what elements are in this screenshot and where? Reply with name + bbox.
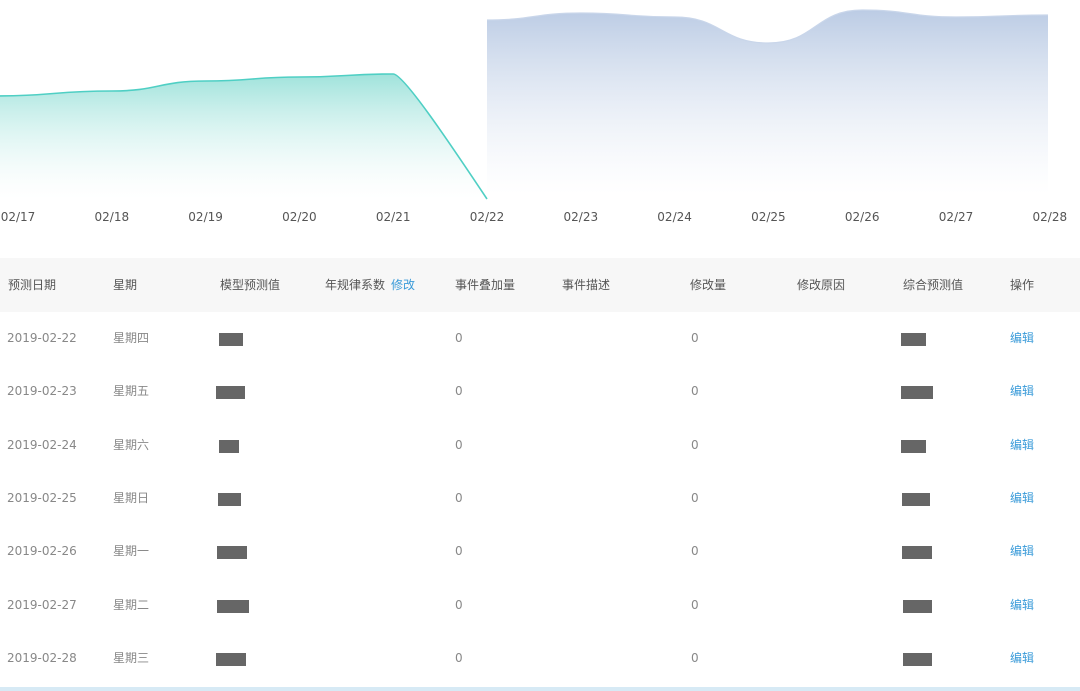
header-annual-coefficient-label: 年规律系数 (325, 278, 386, 292)
cell-combined-forecast-redacted (903, 652, 932, 666)
bottom-border (0, 687, 1080, 691)
x-tick-label: 02/20 (282, 210, 317, 224)
annual-coefficient-edit-link[interactable]: 修改 (391, 278, 415, 292)
cell-model-forecast-redacted (218, 492, 241, 506)
cell-event-overlay: 0 (455, 384, 463, 399)
cell-date: 2019-02-22 (7, 331, 77, 345)
x-tick-label: 02/23 (564, 210, 599, 224)
cell-model-forecast-redacted (217, 546, 247, 560)
cell-model-forecast-redacted (216, 386, 245, 400)
cell-combined-forecast-redacted (901, 386, 933, 400)
x-tick-label: 02/28 (1033, 210, 1068, 224)
table-row: 2019-02-26 星期一 0 0 编辑 (0, 525, 1080, 578)
cell-model-forecast-redacted (219, 439, 239, 453)
cell-weekday: 星期三 (113, 650, 150, 665)
table-row: 2019-02-27 星期二 0 0 编辑 (0, 579, 1080, 632)
x-tick-label: 02/17 (1, 210, 36, 224)
forecast-chart: 02/17 02/18 02/19 02/20 02/21 02/22 02/23 02/24… (0, 0, 1080, 255)
cell-weekday: 星期一 (113, 544, 150, 559)
x-tick-label: 02/24 (657, 210, 692, 224)
cell-weekday: 星期五 (113, 384, 150, 399)
edit-row-link[interactable]: 编辑 (1010, 579, 1034, 632)
x-tick-label: 02/19 (188, 210, 223, 224)
header-forecast-date: 预测日期 (8, 278, 57, 292)
edit-row-link[interactable]: 编辑 (1010, 525, 1034, 578)
header-event-description: 事件描述 (562, 278, 611, 292)
forecast-table: 预测日期 星期 模型预测值 年规律系数 修改 事件叠加量 事件描述 修改量 修改原… (0, 258, 1080, 691)
x-tick-label: 02/22 (470, 210, 505, 224)
cell-event-overlay: 0 (455, 544, 463, 559)
header-adjust-reason: 修改原因 (797, 278, 846, 292)
header-model-forecast: 模型预测值 (220, 278, 281, 292)
table-header-row: 预测日期 星期 模型预测值 年规律系数 修改 事件叠加量 事件描述 修改量 修改原… (0, 258, 1080, 312)
header-event-overlay: 事件叠加量 (455, 278, 516, 292)
x-tick-label: 02/18 (95, 210, 130, 224)
cell-event-overlay: 0 (455, 490, 463, 505)
cell-weekday: 星期四 (113, 331, 150, 345)
header-combined-forecast: 综合预测值 (903, 278, 964, 292)
table-row: 2019-02-25 星期日 0 0 编辑 (0, 472, 1080, 525)
cell-combined-forecast-redacted (902, 492, 930, 506)
cell-event-overlay: 0 (455, 597, 463, 612)
cell-event-overlay: 0 (455, 331, 463, 345)
table-row: 2019-02-23 星期五 0 0 编辑 (0, 365, 1080, 418)
cell-date: 2019-02-26 (7, 544, 77, 559)
x-tick-label: 02/27 (939, 210, 974, 224)
edit-row-link[interactable]: 编辑 (1010, 365, 1034, 418)
cell-adjust-amount: 0 (691, 490, 699, 505)
x-tick-label: 02/25 (751, 210, 786, 224)
cell-adjust-amount: 0 (691, 331, 699, 345)
cell-adjust-amount: 0 (691, 544, 699, 559)
header-action: 操作 (1010, 278, 1035, 292)
edit-row-link[interactable]: 编辑 (1010, 312, 1034, 365)
cell-weekday: 星期二 (113, 597, 150, 612)
cell-date: 2019-02-23 (7, 384, 77, 399)
table-row: 2019-02-24 星期六 0 0 编辑 (0, 419, 1080, 472)
cell-date: 2019-02-28 (7, 650, 77, 665)
cell-weekday: 星期六 (113, 437, 150, 452)
cell-event-overlay: 0 (455, 650, 463, 665)
cell-adjust-amount: 0 (691, 597, 699, 612)
cell-combined-forecast-redacted (902, 546, 932, 560)
x-tick-label: 02/26 (845, 210, 880, 224)
cell-date: 2019-02-27 (7, 597, 77, 612)
cell-adjust-amount: 0 (691, 650, 699, 665)
cell-model-forecast-redacted (219, 333, 243, 346)
cell-combined-forecast-redacted (901, 439, 926, 453)
cell-event-overlay: 0 (455, 437, 463, 452)
cell-date: 2019-02-24 (7, 437, 77, 452)
table-row: 2019-02-28 星期三 0 0 编辑 (0, 632, 1080, 685)
edit-row-link[interactable]: 编辑 (1010, 472, 1034, 525)
table-row: 2019-02-22 星期四 0 0 编辑 (0, 312, 1080, 365)
cell-adjust-amount: 0 (691, 437, 699, 452)
forecast-chart-svg: 02/17 02/18 02/19 02/20 02/21 02/22 02/23 02/24… (0, 9, 1068, 224)
cell-weekday: 星期日 (113, 490, 150, 505)
x-tick-label: 02/21 (376, 210, 411, 224)
edit-row-link[interactable]: 编辑 (1010, 632, 1034, 685)
cell-adjust-amount: 0 (691, 384, 699, 399)
cell-date: 2019-02-25 (7, 490, 77, 505)
header-adjust-amount: 修改量 (690, 278, 727, 292)
series-area-blue (487, 10, 1048, 194)
header-annual-coefficient: 年规律系数 修改 (325, 258, 415, 312)
cell-model-forecast-redacted (216, 652, 246, 666)
header-weekday: 星期 (113, 278, 138, 292)
cell-combined-forecast-redacted (903, 599, 932, 613)
cell-combined-forecast-redacted (901, 333, 926, 346)
cell-model-forecast-redacted (217, 599, 249, 613)
edit-row-link[interactable]: 编辑 (1010, 419, 1034, 472)
